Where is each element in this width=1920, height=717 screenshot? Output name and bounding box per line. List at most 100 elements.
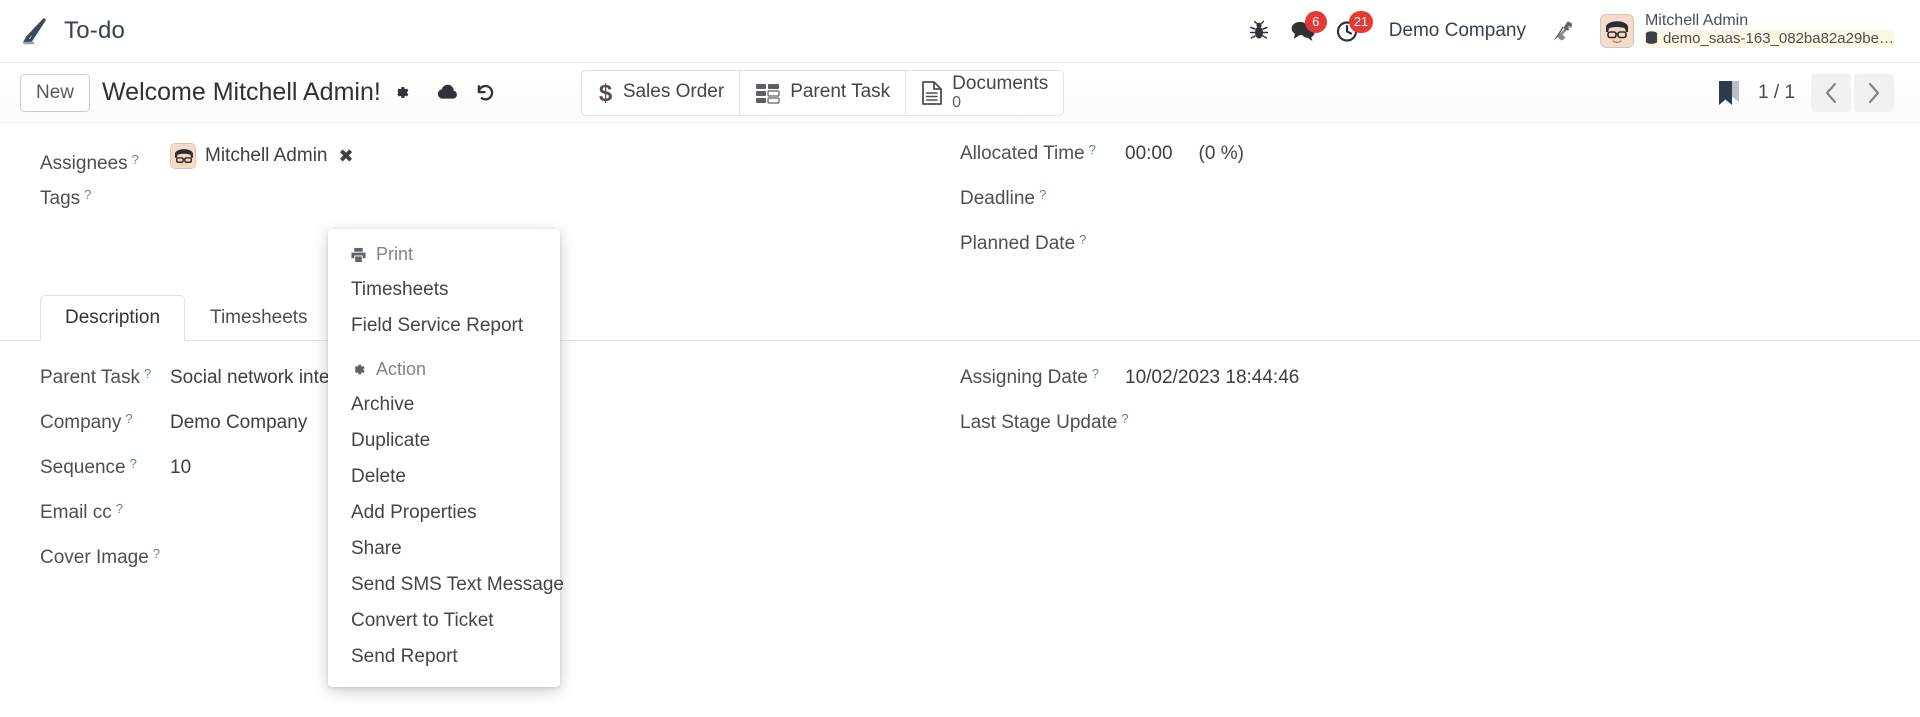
document-icon [921,80,943,106]
field-label-text: Planned Date [960,233,1076,254]
field-label-text: Cover Image [40,547,149,568]
wrench-screwdriver-icon[interactable] [1542,9,1584,53]
menu-item-send-sms-text-message[interactable]: Send SMS Text Message [328,567,564,603]
menu-item-add-properties[interactable]: Add Properties [328,495,560,531]
record-actions [436,83,496,102]
field-label-text: Assigning Date [960,367,1088,388]
menu-item-duplicate[interactable]: Duplicate [328,423,560,459]
bug-icon[interactable] [1237,9,1281,53]
menu-item-archive[interactable]: Archive [328,387,560,423]
allocated-time-value[interactable]: 00:00 [1125,143,1173,165]
field-label-text: Assignees [40,153,128,174]
help-icon[interactable]: ? [1079,232,1086,247]
field-label: Assignees ? [40,152,170,175]
gear-icon[interactable] [392,83,411,102]
field-label-text: Email cc [40,502,112,523]
help-icon[interactable]: ? [130,456,137,471]
breadcrumb-title[interactable]: Welcome Mitchell Admin! [102,78,381,107]
field-label-text: Sequence [40,457,126,478]
pager-previous-button[interactable] [1811,73,1851,112]
pager-next-button[interactable] [1854,73,1894,112]
help-icon[interactable]: ? [1039,187,1046,202]
pencil-icon [20,16,50,46]
field-label: Assigning Date ? [960,366,1125,389]
pager-count: 1 / 1 [1758,81,1795,103]
menu-divider [328,344,560,352]
help-icon[interactable]: ? [132,152,139,167]
user-menu[interactable]: Mitchell Admin demo_saas-163_082ba82a29b… [1584,11,1894,52]
stat-text: Parent Task [790,82,890,103]
help-icon[interactable]: ? [1089,142,1096,157]
menu-item-send-report[interactable]: Send Report [328,639,560,675]
menu-item-convert-to-ticket[interactable]: Convert to Ticket [328,603,560,639]
field-label: Allocated Time ? [960,142,1125,165]
cog-dropdown-menu: Print Timesheets Field Service Report Ac… [328,229,564,687]
stat-button-sales-order[interactable]: $ Sales Order [582,70,741,115]
help-icon[interactable]: ? [125,411,132,426]
field-deadline: Deadline ? [960,184,1890,229]
field-label: Planned Date ? [960,232,1125,255]
navbar-right-group: 6 21 Demo Company Mitchell Admin demo_sa… [1237,9,1894,53]
field-label: Email cc ? [40,501,170,524]
help-icon[interactable]: ? [144,366,151,381]
new-button[interactable]: New [20,73,91,112]
activities-button[interactable]: 21 [1325,9,1374,53]
help-icon[interactable]: ? [84,187,91,202]
undo-discard-icon[interactable] [475,83,496,102]
menu-section-label: Action [376,359,427,379]
database-name-chip: demo_saas-163_082ba82a29be… [1644,29,1894,48]
field-label-text: Deadline [960,188,1035,209]
sequence-value[interactable]: 10 [170,457,191,479]
bookmark-icon[interactable] [1716,78,1742,108]
menu-item-field-service-report[interactable]: Field Service Report [328,308,560,344]
field-value[interactable]: Mitchell Admin ✖ [170,143,354,175]
help-icon[interactable]: ? [1092,366,1099,381]
chevron-right-icon [1867,82,1881,104]
field-label: Sequence ? [40,456,170,479]
database-icon [1645,31,1658,46]
field-label: Cover Image ? [40,546,170,569]
company-value[interactable]: Demo Company [170,412,307,434]
field-label-text: Parent Task [40,367,140,388]
menu-section-label: Print [376,244,414,264]
menu-item-share[interactable]: Share [328,531,560,567]
field-assigning-date: Assigning Date ? 10/02/2023 18:44:46 [960,363,1890,408]
database-name: demo_saas-163_082ba82a29be… [1662,29,1894,47]
chevron-left-icon [1824,82,1838,104]
pager: 1 / 1 [1716,73,1894,112]
stat-button-parent-task[interactable]: Parent Task [740,70,907,115]
user-name: Mitchell Admin [1644,11,1749,29]
form-top-section: Assignees ? Mitchell Admin ✖ Tags ? Allo… [0,123,1920,280]
assignee-tag[interactable]: Mitchell Admin ✖ [170,143,354,169]
stat-label: Parent Task [790,81,891,103]
stat-value: 0 [952,94,962,112]
assignee-name: Mitchell Admin [205,145,328,166]
messages-button[interactable]: 6 [1281,9,1327,53]
stat-label: Documents [952,72,1049,94]
company-switcher[interactable]: Demo Company [1369,20,1542,42]
notebook-right-column: Assigning Date ? 10/02/2023 18:44:46 Las… [960,363,1920,588]
app-name: To-do [64,17,126,44]
control-panel: New Welcome Mitchell Admin! $ Sales Orde… [0,63,1920,123]
messages-badge: 6 [1304,11,1327,33]
notebook-page-description: Parent Task ? Social network integration… [0,341,1920,588]
pager-nav [1811,73,1894,112]
close-icon[interactable]: ✖ [339,146,354,167]
stat-button-documents[interactable]: Documents 0 [906,71,1063,115]
tab-timesheets[interactable]: Timesheets [185,295,333,341]
menu-item-timesheets[interactable]: Timesheets [328,272,560,308]
cloud-save-icon[interactable] [436,83,459,102]
help-icon[interactable]: ? [153,546,160,561]
field-planned-date: Planned Date ? [960,229,1890,274]
tab-description[interactable]: Description [40,295,186,341]
field-label: Company ? [40,411,170,434]
field-label: Deadline ? [960,187,1125,210]
help-icon[interactable]: ? [1121,411,1128,426]
stat-label: Sales Order [622,81,725,103]
avatar [1599,14,1634,48]
help-icon[interactable]: ? [116,501,123,516]
menu-item-delete[interactable]: Delete [328,459,560,495]
field-last-stage-update: Last Stage Update ? [960,408,1890,453]
app-brand[interactable]: To-do [20,16,125,46]
notebook: Description Timesheets Sub-tasks Parent … [0,294,1920,588]
